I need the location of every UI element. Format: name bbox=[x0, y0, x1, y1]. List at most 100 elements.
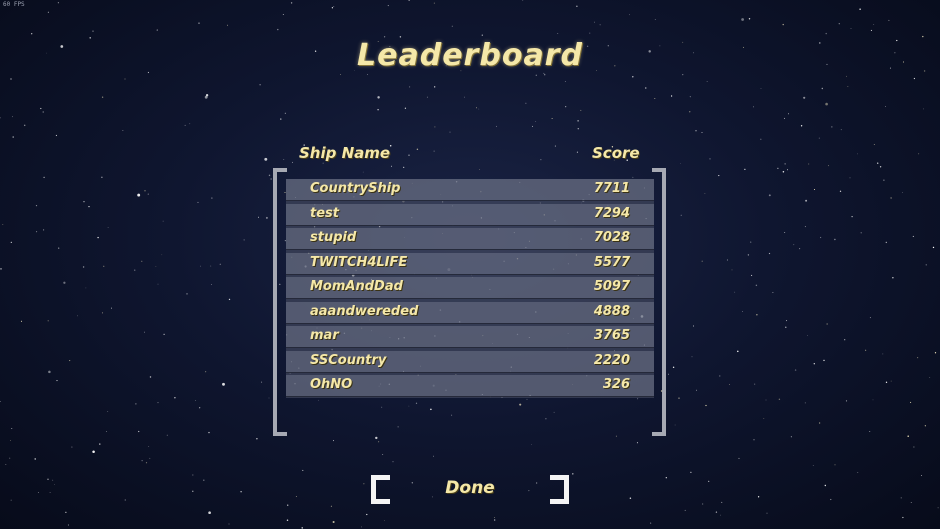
star bbox=[937, 507, 939, 509]
star bbox=[204, 95, 208, 99]
star bbox=[932, 246, 935, 249]
star bbox=[834, 464, 836, 466]
ship-name: SSCountry bbox=[310, 352, 387, 368]
star bbox=[907, 435, 909, 437]
star bbox=[859, 8, 861, 10]
star bbox=[77, 315, 79, 317]
star bbox=[665, 477, 667, 479]
ship-name: OhNO bbox=[310, 377, 353, 392]
star bbox=[594, 21, 595, 23]
star bbox=[794, 369, 797, 371]
star bbox=[785, 326, 787, 328]
star bbox=[404, 107, 407, 109]
star bbox=[540, 159, 542, 161]
star bbox=[701, 260, 703, 262]
star bbox=[851, 215, 853, 218]
star bbox=[378, 441, 380, 443]
star bbox=[295, 496, 297, 497]
ship-score: 7711 bbox=[593, 181, 630, 196]
star bbox=[149, 376, 152, 378]
star bbox=[580, 109, 582, 111]
star bbox=[877, 162, 879, 164]
star bbox=[124, 499, 126, 501]
star bbox=[768, 194, 771, 197]
star bbox=[333, 5, 335, 8]
star bbox=[544, 74, 546, 76]
star bbox=[636, 442, 638, 444]
star bbox=[731, 269, 733, 271]
star bbox=[849, 177, 851, 179]
leaderboard-row: CountryShip 7711 bbox=[286, 179, 654, 201]
star bbox=[748, 18, 751, 20]
star bbox=[824, 484, 826, 487]
leaderboard-frame-right bbox=[652, 168, 666, 436]
star bbox=[777, 167, 779, 169]
star bbox=[934, 352, 937, 354]
ship-score: 326 bbox=[602, 377, 630, 392]
star bbox=[721, 501, 723, 503]
star bbox=[105, 431, 107, 432]
star bbox=[162, 220, 164, 222]
ship-score: 5097 bbox=[593, 279, 630, 294]
star bbox=[389, 144, 392, 147]
star bbox=[668, 373, 669, 375]
star bbox=[551, 118, 553, 119]
star bbox=[83, 201, 85, 203]
page-title: Leaderboard bbox=[357, 38, 583, 73]
star bbox=[332, 440, 335, 442]
star bbox=[790, 436, 792, 438]
star bbox=[793, 244, 795, 246]
star bbox=[839, 190, 842, 192]
star bbox=[577, 127, 580, 130]
star bbox=[632, 176, 634, 178]
star bbox=[900, 497, 902, 499]
star bbox=[825, 102, 828, 106]
star bbox=[377, 108, 379, 111]
star bbox=[695, 130, 697, 132]
star bbox=[10, 499, 12, 501]
star bbox=[408, 154, 410, 156]
star bbox=[870, 29, 872, 31]
star bbox=[844, 339, 846, 341]
star bbox=[530, 444, 532, 446]
star bbox=[532, 125, 533, 127]
star bbox=[101, 176, 103, 178]
star bbox=[913, 77, 916, 80]
star bbox=[615, 435, 617, 437]
ship-name: MomAndDad bbox=[310, 279, 403, 294]
star bbox=[240, 490, 242, 493]
star bbox=[818, 137, 820, 139]
done-bracket-right bbox=[550, 475, 569, 504]
done-button[interactable]: Done bbox=[390, 474, 550, 504]
star bbox=[526, 398, 528, 400]
star bbox=[322, 162, 324, 164]
leaderboard-row: aaandwereded 4888 bbox=[286, 301, 654, 324]
star bbox=[804, 226, 806, 228]
star bbox=[565, 106, 567, 108]
star bbox=[701, 131, 703, 133]
star bbox=[576, 151, 578, 153]
star bbox=[144, 190, 146, 192]
star bbox=[654, 18, 656, 20]
star bbox=[432, 455, 434, 457]
star bbox=[890, 380, 892, 382]
star bbox=[680, 163, 681, 164]
star bbox=[715, 511, 718, 513]
star bbox=[284, 112, 286, 114]
star bbox=[756, 314, 758, 316]
star bbox=[290, 2, 293, 4]
star bbox=[738, 457, 740, 459]
star bbox=[545, 418, 547, 420]
star bbox=[929, 377, 931, 378]
star bbox=[157, 283, 159, 285]
star bbox=[535, 121, 537, 122]
star bbox=[525, 102, 527, 104]
star bbox=[144, 331, 145, 333]
star bbox=[92, 450, 95, 454]
star bbox=[719, 375, 721, 377]
star bbox=[821, 87, 824, 90]
leaderboard-table: CountryShip 7711 test 7294 stupid 7028 T… bbox=[286, 179, 654, 398]
star bbox=[701, 503, 704, 505]
fps-counter: 60 FPS bbox=[3, 1, 25, 8]
star bbox=[892, 277, 894, 279]
